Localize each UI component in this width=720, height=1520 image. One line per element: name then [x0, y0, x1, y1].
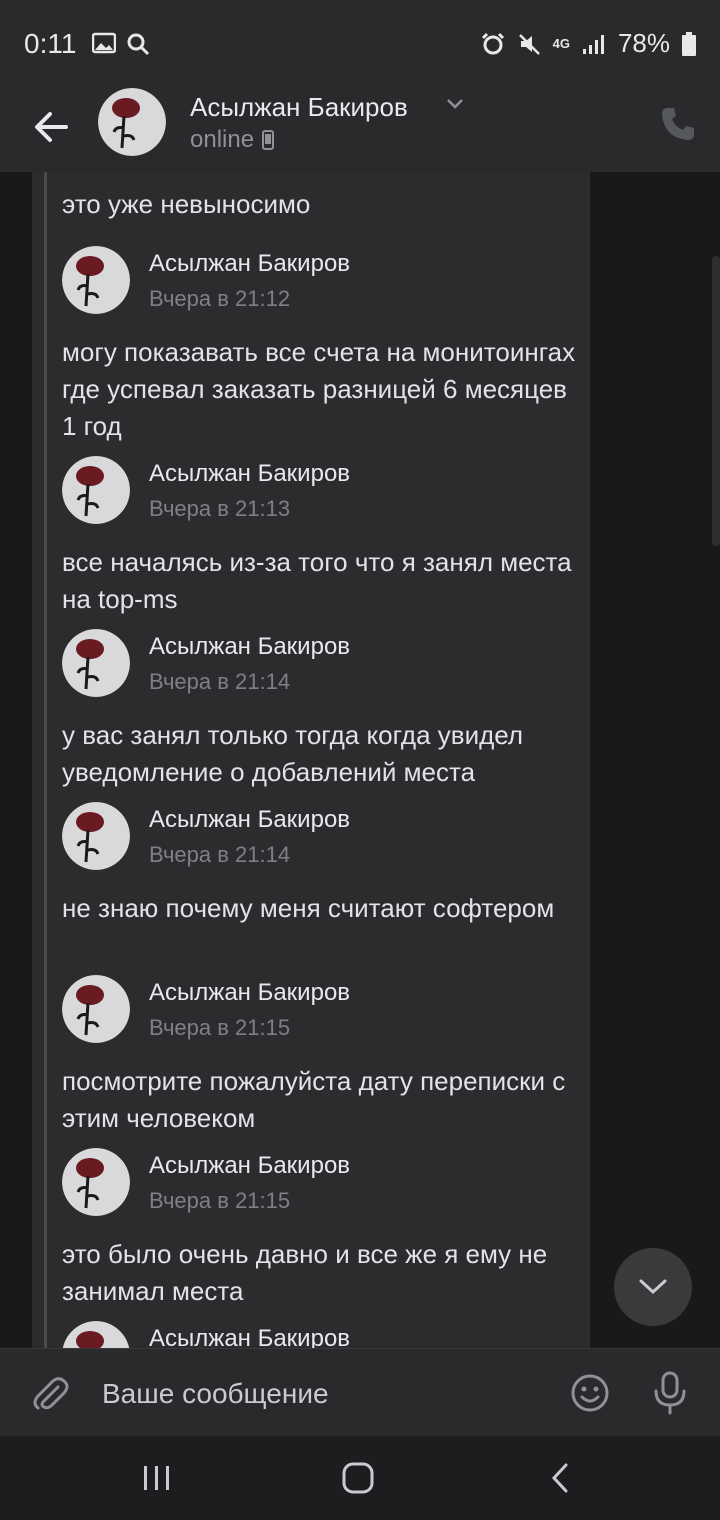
status-time: 0:11: [24, 28, 77, 59]
chevron-down-icon: [639, 1279, 667, 1295]
message-text: это было очень давно и все же я ему не з…: [62, 1239, 548, 1306]
scrollbar[interactable]: [712, 256, 720, 546]
sender-avatar[interactable]: [62, 975, 130, 1043]
sender-avatar[interactable]: [62, 1321, 130, 1348]
contact-name[interactable]: Асылжан Бакиров: [190, 92, 408, 123]
sender-avatar[interactable]: [62, 246, 130, 314]
forward-indicator-line: [44, 172, 47, 1348]
search-icon: [127, 33, 150, 56]
sender-name[interactable]: Асылжан Бакиров: [149, 250, 350, 278]
battery-icon: [682, 31, 696, 56]
sender-name[interactable]: Асылжан Бакиров: [149, 1325, 350, 1348]
sender-name[interactable]: Асылжан Бакиров: [149, 1152, 350, 1180]
message-text: это уже невыносимо: [62, 189, 311, 219]
message-text: все началясь из-за того что я занял мест…: [62, 547, 572, 614]
scroll-down-button[interactable]: [614, 1248, 692, 1326]
message-time: Вчера в 21:15: [149, 1015, 291, 1040]
battery-percent: 78%: [617, 28, 670, 58]
paperclip-icon[interactable]: [30, 1373, 70, 1413]
sender-avatar[interactable]: [62, 802, 130, 870]
chat-header: Асылжан Бакиров online: [0, 88, 720, 173]
message-text: у вас занял только тогда когда увидел ув…: [62, 720, 524, 787]
gallery-icon: [92, 32, 116, 54]
back-icon[interactable]: [548, 1462, 572, 1494]
mute-icon: [518, 33, 540, 55]
contact-avatar[interactable]: [98, 88, 166, 156]
message-time: Вчера в 21:12: [149, 286, 291, 311]
message-time: Вчера в 21:14: [149, 842, 291, 867]
back-arrow-icon[interactable]: [30, 106, 72, 148]
message-time: Вчера в 21:13: [149, 496, 291, 521]
sender-name[interactable]: Асылжан Бакиров: [149, 633, 350, 661]
message-text: посмотрите пожалуйста дату переписки с э…: [62, 1066, 566, 1133]
message-time: Вчера в 21:15: [149, 1188, 291, 1213]
sender-name[interactable]: Асылжан Бакиров: [149, 460, 350, 488]
message-composer: [0, 1348, 720, 1437]
status-text: online: [190, 126, 255, 153]
alarm-icon: [481, 32, 504, 54]
chat-area[interactable]: это уже невыносимо Асылжан Бакиров Вчера…: [0, 172, 720, 1348]
home-icon[interactable]: [342, 1462, 374, 1494]
emoji-icon[interactable]: [570, 1373, 610, 1413]
message-text: не знаю почему меня считают софтером: [62, 893, 555, 923]
chevron-down-icon[interactable]: [446, 98, 464, 110]
sender-name[interactable]: Асылжан Бакиров: [149, 979, 350, 1007]
message-time: Вчера в 21:14: [149, 669, 291, 694]
sender-avatar[interactable]: [62, 456, 130, 524]
status-right-icons: 4G 78%: [481, 28, 696, 59]
network-type: 4G: [552, 36, 570, 51]
contact-status: online: [190, 126, 275, 154]
status-bar: 0:11 4G 78%: [0, 0, 720, 88]
phone-icon[interactable]: [658, 104, 698, 144]
sender-name[interactable]: Асылжан Бакиров: [149, 806, 350, 834]
message-text: могу показавать все счета на монитоингах…: [62, 337, 576, 441]
mobile-icon: [262, 130, 275, 150]
forwarded-messages-card: это уже невыносимо Асылжан Бакиров Вчера…: [32, 172, 590, 1348]
status-left-icons: [92, 32, 150, 56]
recent-apps-icon[interactable]: [142, 1464, 172, 1492]
microphone-icon[interactable]: [652, 1371, 688, 1415]
sender-avatar[interactable]: [62, 1148, 130, 1216]
system-nav-bar: [0, 1436, 720, 1520]
message-input[interactable]: [100, 1371, 544, 1417]
sender-avatar[interactable]: [62, 629, 130, 697]
signal-icon: [582, 34, 604, 54]
